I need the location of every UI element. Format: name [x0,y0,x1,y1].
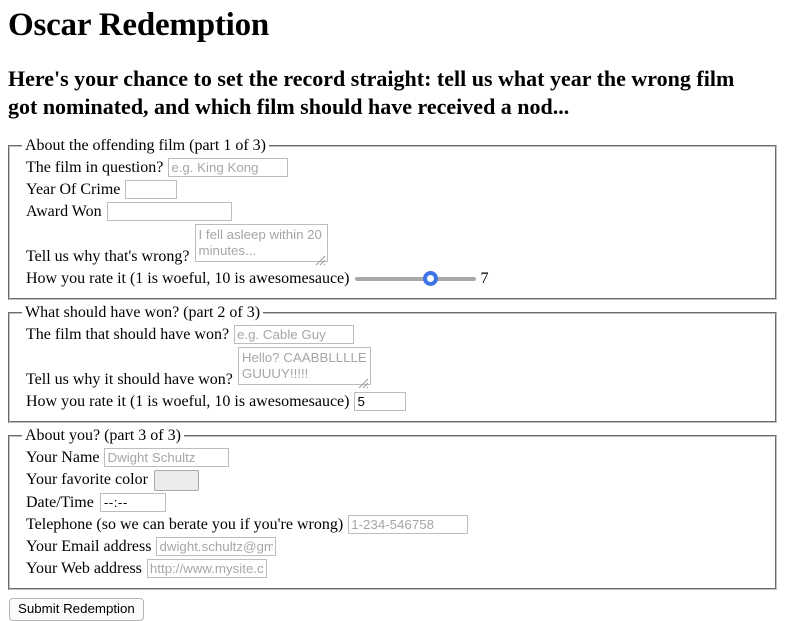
label-rating-1: How you rate it (1 is woeful, 10 is awes… [26,269,350,287]
row-award-won: Award Won [18,202,767,222]
label-why-wrong: Tell us why that's wrong? [26,247,190,265]
section-1-legend: About the offending film (part 1 of 3) [25,136,266,154]
datetime-input[interactable]: --:-- [99,493,166,513]
why-wrong-textarea[interactable] [194,223,328,262]
label-rating-2: How you rate it (1 is woeful, 10 is awes… [26,392,350,410]
label-datetime: Date/Time [26,493,94,511]
row-your-name: Your Name [18,448,767,468]
section-3-legend: About you? (part 3 of 3) [25,426,181,444]
label-why-should-have-won: Tell us why it should have won? [26,370,233,388]
why-should-have-won-textarea[interactable] [237,346,371,385]
award-won-input[interactable] [106,202,232,222]
row-web-address: Your Web address [18,559,767,579]
web-address-input[interactable] [146,559,267,579]
rating-number-input[interactable] [354,392,407,412]
row-why-wrong: Tell us why that's wrong? [18,223,767,267]
section-2-legend: What should have won? (part 2 of 3) [25,303,261,321]
row-favorite-color: Your favorite color [18,469,767,491]
film-in-question-input[interactable] [168,158,289,178]
section-offending-film: About the offending film (part 1 of 3) T… [8,136,777,300]
rating-slider-wrap: 7 [355,270,488,288]
submit-row: Submit Redemption [8,594,777,621]
rating-slider-output: 7 [480,269,489,287]
label-web-address: Your Web address [26,559,142,577]
your-name-input[interactable] [104,448,230,468]
page-subtitle: Here's your chance to set the record str… [8,65,735,119]
row-why-should-have-won: Tell us why it should have won? [18,346,767,390]
oscar-redemption-form: About the offending film (part 1 of 3) T… [8,136,777,621]
row-film-should-have-won: The film that should have won? [18,325,767,345]
row-year-of-crime: Year Of Crime [18,180,767,200]
label-year-of-crime: Year Of Crime [26,180,121,198]
row-film-in-question: The film in question? [18,158,767,178]
label-your-name: Your Name [26,448,100,466]
section-should-have-won: What should have won? (part 2 of 3) The … [8,303,777,423]
telephone-input[interactable] [348,515,469,535]
favorite-color-input[interactable] [153,469,199,491]
why-wrong-textarea-wrap [190,223,328,267]
form-page: Oscar Redemption Here's your chance to s… [0,0,785,621]
film-should-have-won-input[interactable] [234,325,355,345]
row-telephone: Telephone (so we can berate you if you'r… [18,515,767,535]
label-telephone: Telephone (so we can berate you if you'r… [26,515,344,533]
email-input[interactable] [156,537,277,557]
row-datetime: Date/Time --:-- [18,493,767,513]
label-film-should-have-won: The film that should have won? [26,325,230,343]
label-favorite-color: Your favorite color [26,471,148,489]
rating-slider-thumb[interactable] [423,270,439,286]
row-rating-slider: How you rate it (1 is woeful, 10 is awes… [18,269,767,289]
year-of-crime-input[interactable] [125,180,178,200]
label-film-in-question: The film in question? [26,158,164,176]
page-title: Oscar Redemption [8,7,270,43]
why-should-have-won-textarea-wrap [233,346,371,390]
section-about-you: About you? (part 3 of 3) Your Name Your … [8,426,777,590]
row-email: Your Email address [18,537,767,557]
submit-redemption-button[interactable]: Submit Redemption [9,597,144,621]
rating-slider[interactable] [355,270,477,287]
label-award-won: Award Won [26,202,102,220]
row-rating-number: How you rate it (1 is woeful, 10 is awes… [18,392,767,412]
label-email: Your Email address [26,537,152,555]
